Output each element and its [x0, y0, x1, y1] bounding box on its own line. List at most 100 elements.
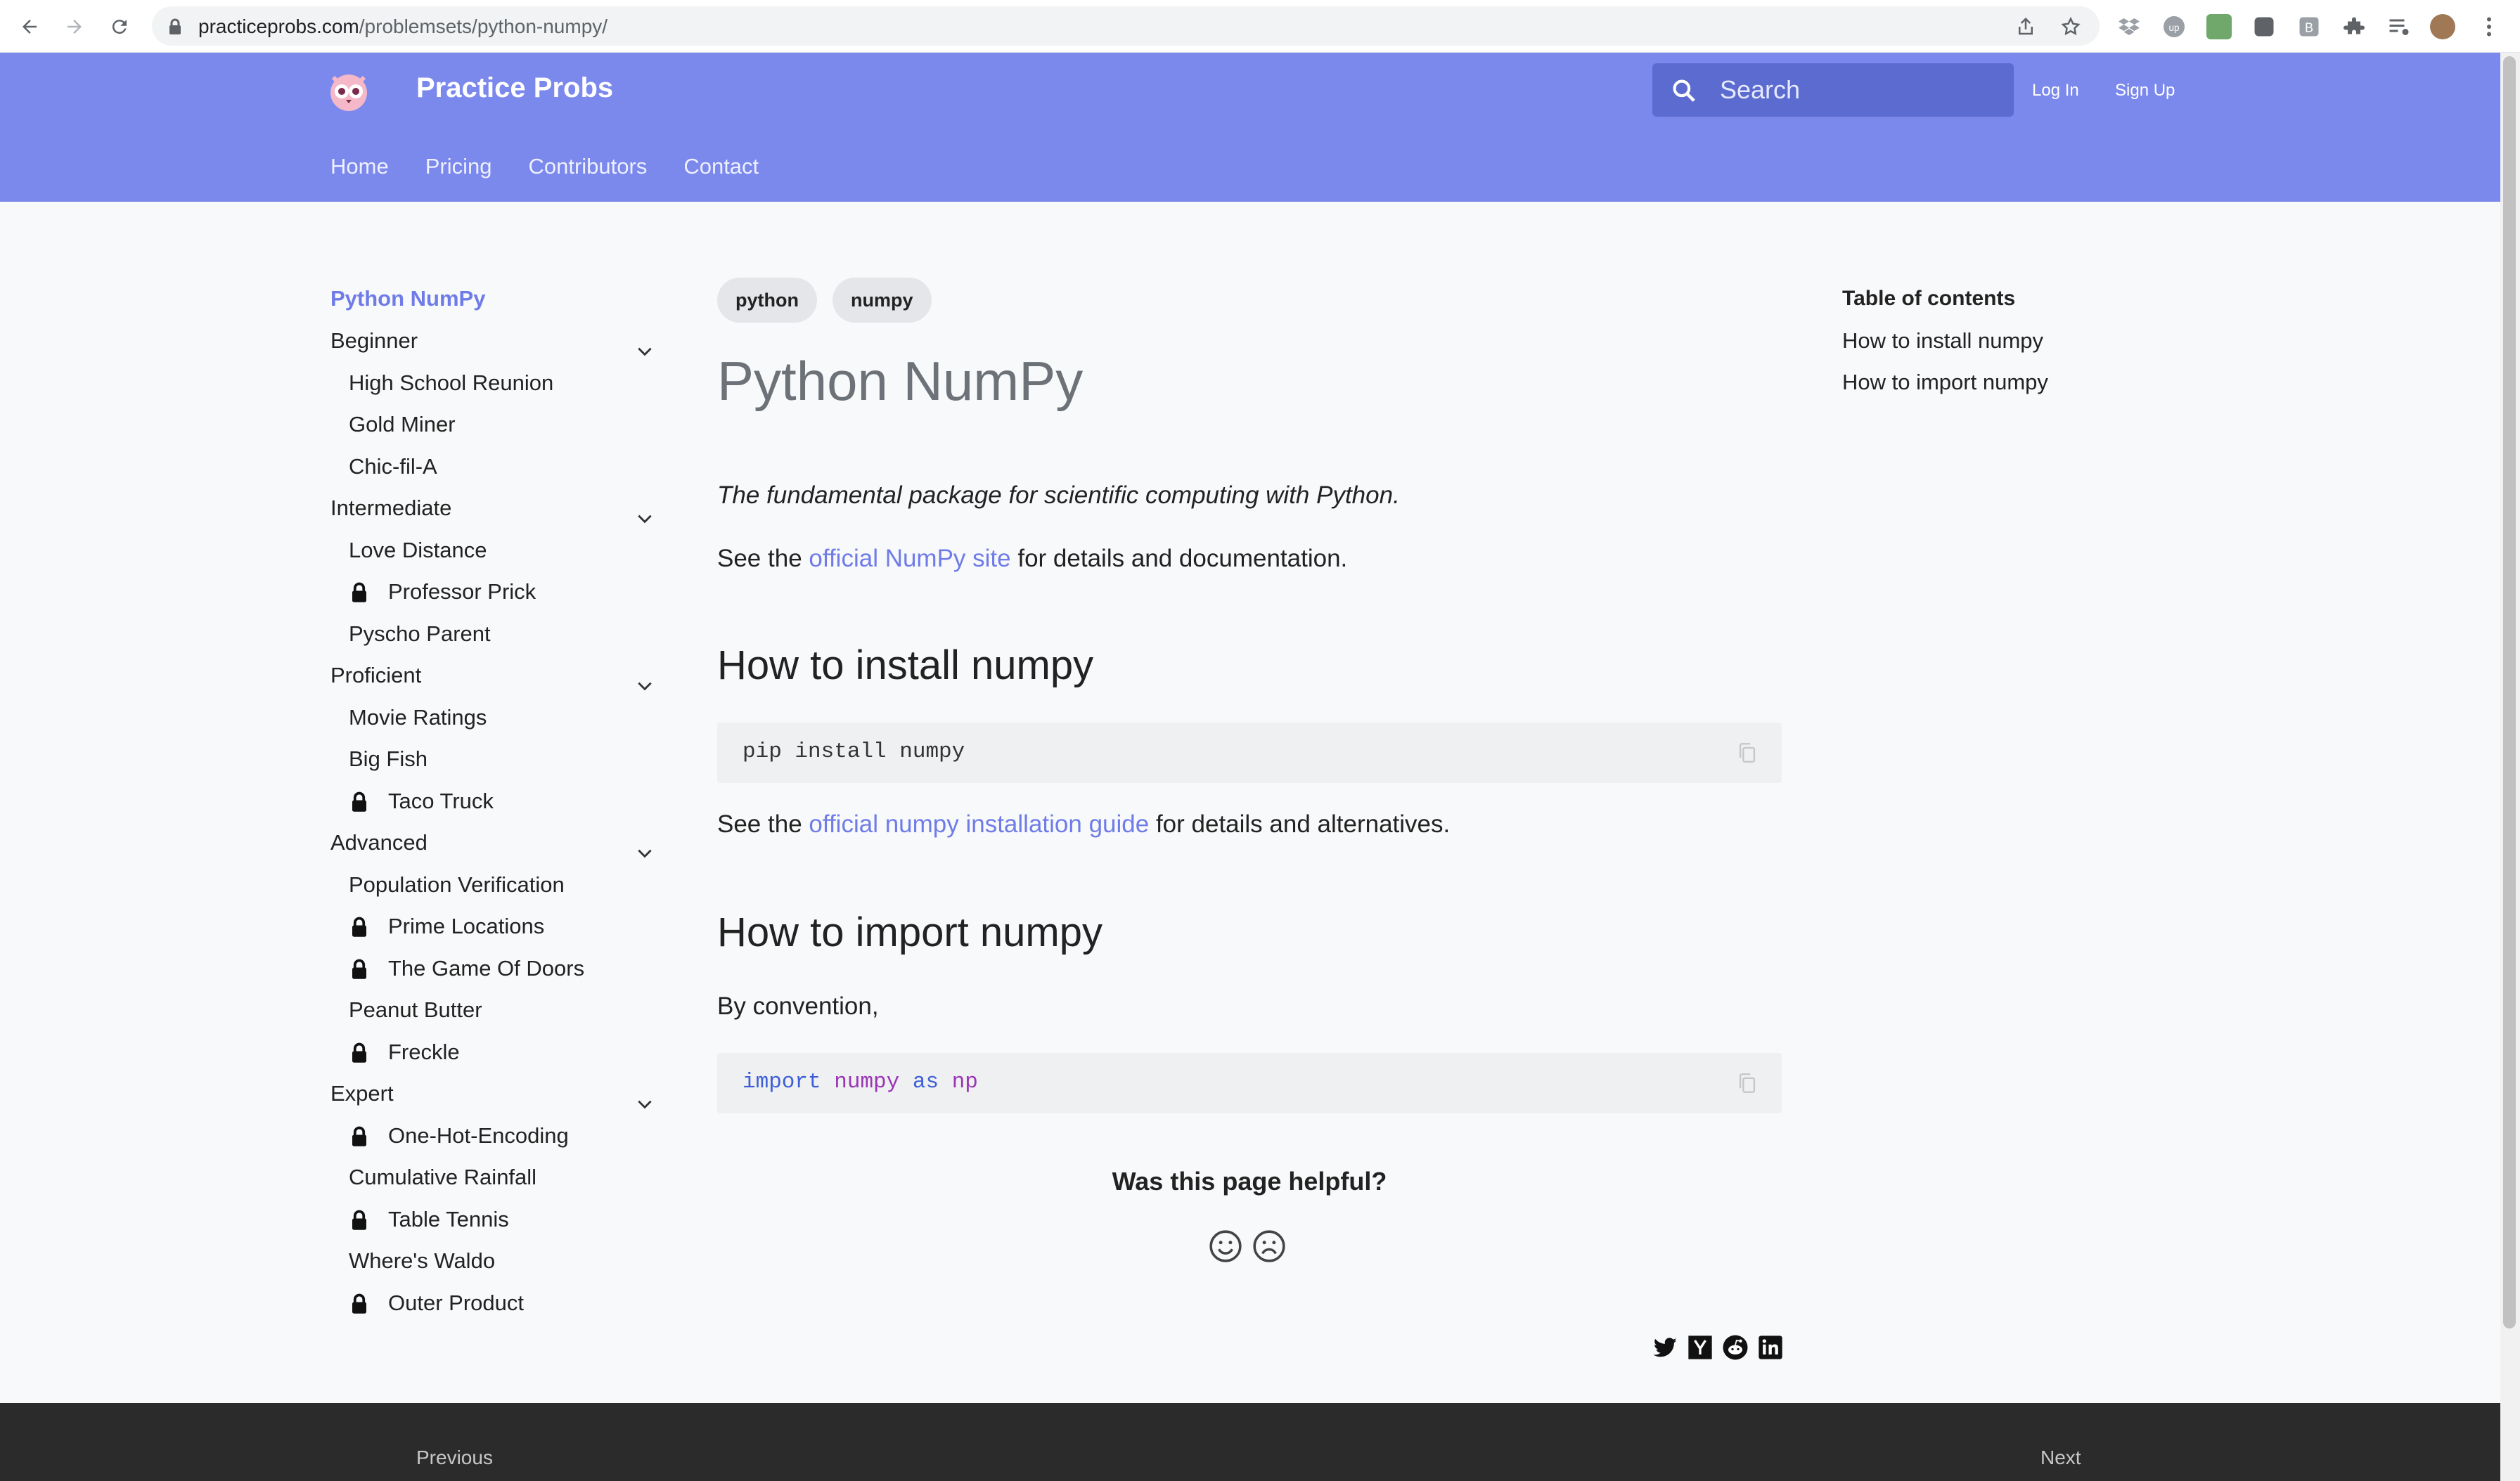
extensions-puzzle-icon[interactable] [2341, 14, 2367, 39]
next-link[interactable]: Next [2040, 1447, 2081, 1469]
numpy-site-link[interactable]: official NumPy site [809, 545, 1010, 572]
lock-icon [349, 915, 370, 937]
chevron-down-icon[interactable] [636, 1088, 654, 1119]
reddit-icon[interactable] [1721, 1333, 1749, 1362]
sidebar-section-expert[interactable]: Expert [330, 1078, 654, 1120]
sidebar-item[interactable]: Chic-fil-A [330, 451, 654, 493]
svg-text:up: up [2168, 22, 2179, 33]
tag-numpy[interactable]: numpy [832, 278, 932, 323]
reload-button[interactable] [105, 13, 134, 41]
lock-icon [349, 1292, 370, 1314]
tag-list: python numpy [717, 278, 932, 323]
sidebar-item-label: Freckle [388, 1039, 460, 1064]
lock-icon [349, 790, 370, 812]
sidebar-item[interactable]: Peanut Butter [330, 995, 654, 1037]
sidebar-item-label: Table Tennis [388, 1206, 509, 1231]
forward-button[interactable] [60, 13, 89, 41]
page-scrollbar-thumb[interactable] [2503, 56, 2516, 1328]
owl-logo-icon[interactable] [328, 70, 370, 112]
nav-home[interactable]: Home [330, 154, 389, 179]
sidebar-item-label: Peanut Butter [349, 997, 482, 1022]
reload-icon [112, 20, 127, 34]
twitter-icon[interactable] [1651, 1333, 1679, 1362]
docs-paragraph: See the official NumPy site for details … [717, 545, 1348, 572]
signup-link[interactable]: Sign Up [2115, 81, 2175, 101]
sidebar-item[interactable]: Gold Miner [330, 409, 654, 451]
search-input[interactable] [1720, 72, 2001, 108]
profile-avatar[interactable] [2430, 14, 2455, 39]
sidebar-root-link[interactable]: Python NumPy [330, 283, 654, 325]
sidebar-item-label: Chic-fil-A [349, 453, 437, 479]
chevron-down-icon[interactable] [636, 837, 654, 868]
media-queue-icon[interactable] [2386, 14, 2412, 39]
sidebar-section-intermediate[interactable]: Intermediate [330, 493, 654, 535]
chevron-down-icon[interactable] [636, 670, 654, 701]
extension-circle-icon[interactable]: up [2161, 14, 2187, 39]
toc-title: Table of contents [1842, 287, 2016, 310]
dropbox-extension-icon[interactable] [2116, 14, 2142, 39]
install-heading: How to install numpy [717, 642, 1094, 688]
sidebar-item[interactable]: High School Reunion [330, 368, 654, 410]
chevron-down-icon[interactable] [636, 335, 654, 366]
chevron-down-icon[interactable] [636, 503, 654, 533]
browser-menu-icon[interactable] [2476, 14, 2502, 39]
sidebar-item[interactable]: Pyscho Parent [330, 619, 654, 661]
toc-item-import[interactable]: How to import numpy [1842, 367, 2048, 408]
happy-face-icon[interactable] [1208, 1229, 1243, 1264]
sidebar-item[interactable]: The Game Of Doors [330, 953, 654, 995]
sidebar-item-label: Movie Ratings [349, 704, 487, 730]
sidebar-item[interactable]: Professor Prick [330, 576, 654, 619]
install-guide-link[interactable]: official numpy installation guide [809, 810, 1149, 838]
sidebar-item[interactable]: Population Verification [330, 869, 654, 912]
share-icon[interactable] [2015, 16, 2036, 37]
sidebar-item[interactable]: Table Tennis [330, 1204, 654, 1246]
sidebar-item-label: Population Verification [349, 872, 565, 897]
address-bar[interactable]: practiceprobs.com/problemsets/python-num… [152, 6, 2100, 46]
import-heading: How to import numpy [717, 910, 1102, 955]
sidebar-item-label: Cumulative Rainfall [349, 1165, 537, 1189]
sidebar-item-label: The Game Of Doors [388, 955, 585, 981]
toc-item-install[interactable]: How to install numpy [1842, 325, 2048, 367]
secure-lock-icon [169, 18, 181, 34]
sidebar-item[interactable]: Where's Waldo [330, 1246, 654, 1288]
back-button[interactable] [15, 13, 44, 41]
back-arrow-icon [22, 20, 37, 34]
bookmark-star-icon[interactable] [2060, 16, 2081, 37]
tag-python[interactable]: python [717, 278, 817, 323]
copy-icon[interactable] [1735, 741, 1759, 765]
svg-text:B: B [2305, 21, 2313, 35]
sidebar-item[interactable]: Prime Locations [330, 911, 654, 953]
linkedin-icon[interactable] [1756, 1333, 1785, 1362]
copy-icon[interactable] [1735, 1071, 1759, 1095]
sidebar-item[interactable]: Freckle [330, 1037, 654, 1079]
nav-contributors[interactable]: Contributors [528, 154, 647, 179]
sidebar-item[interactable]: Big Fish [330, 744, 654, 786]
nav-pricing[interactable]: Pricing [425, 154, 492, 179]
sidebar-item[interactable]: One-Hot-Encoding [330, 1120, 654, 1163]
extension-b-icon[interactable]: B [2296, 14, 2322, 39]
hackernews-icon[interactable] [1686, 1333, 1714, 1362]
sidebar-section-advanced[interactable]: Advanced [330, 827, 654, 869]
nav-contact[interactable]: Contact [683, 154, 759, 179]
sidebar-item[interactable]: Love Distance [330, 535, 654, 577]
previous-link[interactable]: Previous [416, 1447, 493, 1469]
search-box[interactable] [1652, 63, 2014, 117]
sidebar-section-proficient[interactable]: Proficient [330, 660, 654, 702]
login-link[interactable]: Log In [2032, 81, 2079, 101]
url-text: practiceprobs.com/problemsets/python-num… [198, 15, 608, 37]
extension-puzzle-dark-icon[interactable] [2251, 14, 2277, 39]
page-footer: Previous Next [0, 1403, 2500, 1481]
sidebar-item-label: Big Fish [349, 746, 428, 771]
sidebar-section-beginner[interactable]: Beginner [330, 325, 654, 368]
sad-face-icon[interactable] [1252, 1229, 1287, 1264]
sidebar-section-label: Intermediate [330, 496, 452, 520]
color-extension-icon[interactable] [2206, 14, 2232, 39]
lock-icon [349, 1208, 370, 1230]
site-brand[interactable]: Practice Probs [416, 72, 613, 104]
sidebar-item-label: Where's Waldo [349, 1248, 496, 1273]
sidebar-item[interactable]: Movie Ratings [330, 702, 654, 744]
sidebar-item[interactable]: Outer Product [330, 1288, 654, 1330]
sidebar-item[interactable]: Taco Truck [330, 786, 654, 828]
sidebar-item[interactable]: Cumulative Rainfall [330, 1162, 654, 1204]
page-title: Python NumPy [717, 350, 1084, 412]
